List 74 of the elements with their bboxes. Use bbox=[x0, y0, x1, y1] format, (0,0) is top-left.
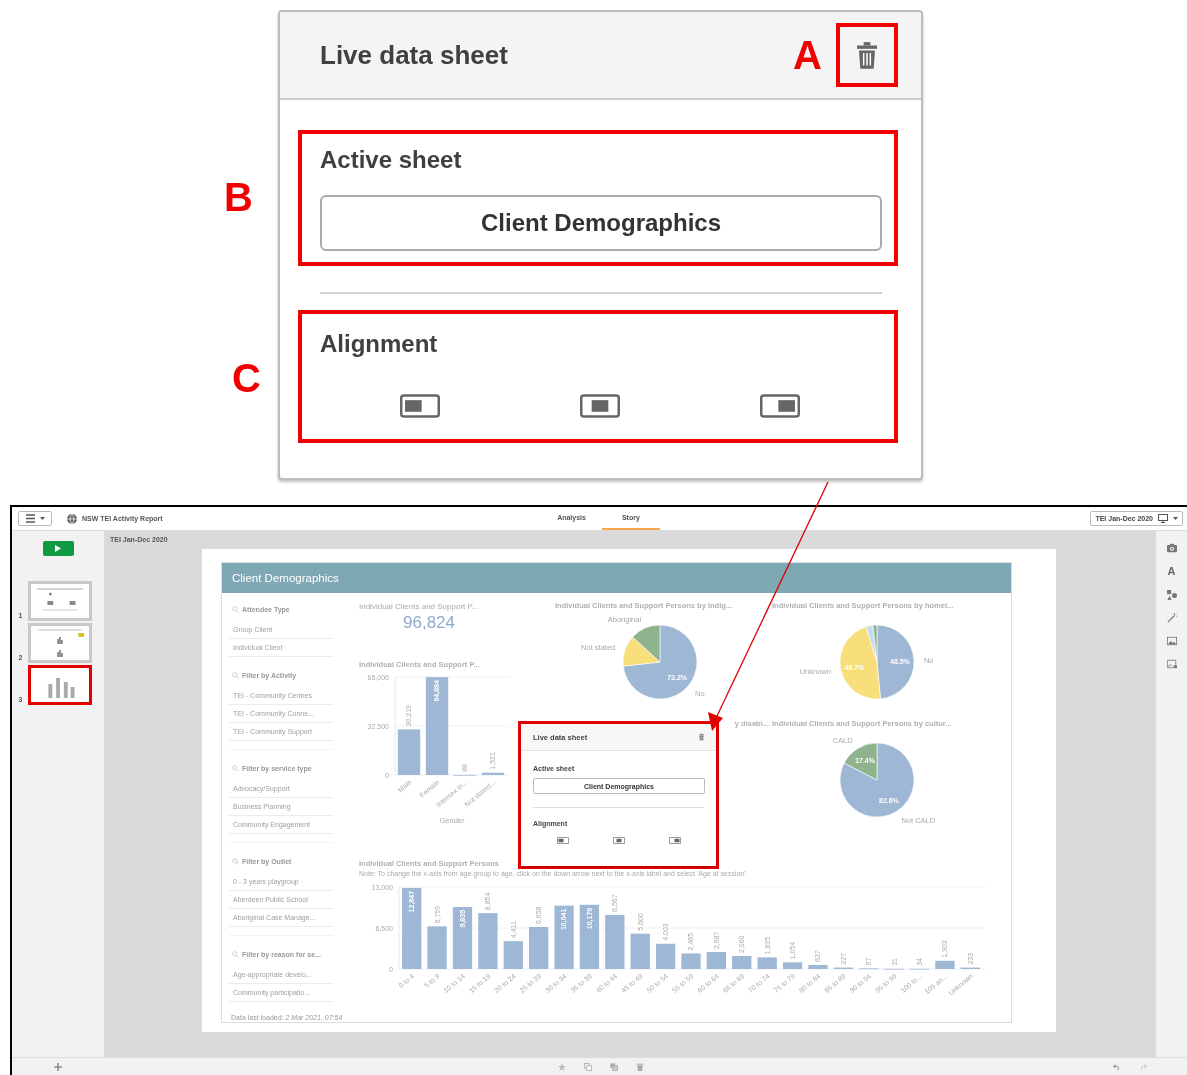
trash-icon[interactable] bbox=[857, 41, 877, 69]
image-icon[interactable] bbox=[1166, 636, 1177, 646]
duplicate-icon[interactable] bbox=[609, 1062, 618, 1071]
menu-button[interactable] bbox=[18, 511, 52, 526]
pie-slice[interactable] bbox=[632, 624, 661, 663]
bar[interactable] bbox=[706, 952, 727, 969]
section-label: Active sheet bbox=[320, 146, 463, 174]
search-icon[interactable] bbox=[232, 605, 239, 613]
undo-icon[interactable] bbox=[1113, 1062, 1121, 1071]
bar[interactable] bbox=[478, 913, 498, 969]
media-icon[interactable] bbox=[1166, 659, 1177, 669]
align-right-icon[interactable] bbox=[760, 394, 800, 418]
pie-slice[interactable] bbox=[872, 624, 878, 663]
search-icon[interactable] bbox=[232, 857, 239, 865]
plus-icon[interactable] bbox=[54, 1062, 62, 1071]
align-left-icon[interactable] bbox=[557, 837, 569, 844]
bar[interactable] bbox=[427, 926, 447, 969]
sheet-title: Client Demographics bbox=[222, 563, 1011, 593]
bar[interactable] bbox=[503, 941, 523, 969]
section-label: Alignment bbox=[320, 330, 439, 358]
bar[interactable] bbox=[554, 905, 574, 969]
pie-slice[interactable] bbox=[876, 624, 915, 700]
pie-slice[interactable] bbox=[622, 636, 661, 667]
annotation-letter: C bbox=[232, 358, 261, 398]
redo-icon[interactable] bbox=[1139, 1062, 1147, 1071]
bar[interactable] bbox=[681, 953, 701, 969]
shapes-icon[interactable] bbox=[1166, 590, 1177, 600]
pie-slice[interactable] bbox=[843, 742, 878, 781]
panel-title: Live data sheet bbox=[320, 39, 508, 71]
menu-icon bbox=[25, 514, 35, 523]
bar[interactable] bbox=[732, 956, 752, 969]
align-right-icon[interactable] bbox=[669, 837, 681, 844]
search-icon[interactable] bbox=[232, 671, 239, 679]
active-sheet-button[interactable]: Client Demographics bbox=[320, 195, 882, 251]
bar[interactable] bbox=[425, 677, 449, 775]
star-icon[interactable] bbox=[557, 1062, 566, 1071]
align-center-icon[interactable] bbox=[580, 394, 620, 418]
align-center-icon[interactable] bbox=[613, 837, 625, 844]
slide-thumbnail[interactable] bbox=[27, 623, 92, 663]
search-icon[interactable] bbox=[232, 950, 239, 958]
bar[interactable] bbox=[529, 927, 549, 969]
annotation-letter: A bbox=[793, 35, 822, 75]
bar[interactable] bbox=[579, 904, 600, 969]
bar[interactable] bbox=[397, 729, 421, 775]
trash-icon[interactable] bbox=[699, 733, 704, 741]
bar[interactable] bbox=[630, 933, 650, 969]
camera-icon[interactable] bbox=[1166, 543, 1177, 553]
chart-title: Individual Clients and Support P... bbox=[359, 602, 480, 611]
bar[interactable] bbox=[935, 960, 955, 969]
globe-icon bbox=[67, 513, 77, 524]
screen-icon bbox=[1158, 514, 1168, 523]
bar[interactable] bbox=[655, 943, 676, 969]
bar[interactable] bbox=[605, 914, 625, 969]
copy-icon[interactable] bbox=[583, 1062, 592, 1071]
annotation-letter: B bbox=[224, 177, 253, 217]
search-icon[interactable] bbox=[232, 764, 239, 772]
slide-thumbnail[interactable] bbox=[27, 581, 92, 621]
caret-icon bbox=[39, 517, 45, 520]
pie-slice[interactable] bbox=[839, 626, 881, 700]
play-icon bbox=[55, 545, 61, 552]
align-left-icon[interactable] bbox=[400, 394, 440, 418]
bar[interactable] bbox=[481, 772, 505, 775]
pie-slice[interactable] bbox=[839, 742, 915, 818]
bar[interactable] bbox=[808, 965, 828, 969]
kpi-value: 96,824 bbox=[403, 613, 456, 633]
bar[interactable] bbox=[402, 887, 422, 969]
bar[interactable] bbox=[452, 906, 473, 969]
wand-icon[interactable] bbox=[1166, 613, 1177, 623]
play-button[interactable] bbox=[42, 541, 74, 556]
bar[interactable] bbox=[757, 957, 777, 969]
slide-thumbnail[interactable] bbox=[27, 665, 92, 705]
bar[interactable] bbox=[782, 962, 803, 969]
text-tool-button[interactable]: A bbox=[1167, 566, 1176, 577]
caret-icon bbox=[1173, 517, 1178, 520]
